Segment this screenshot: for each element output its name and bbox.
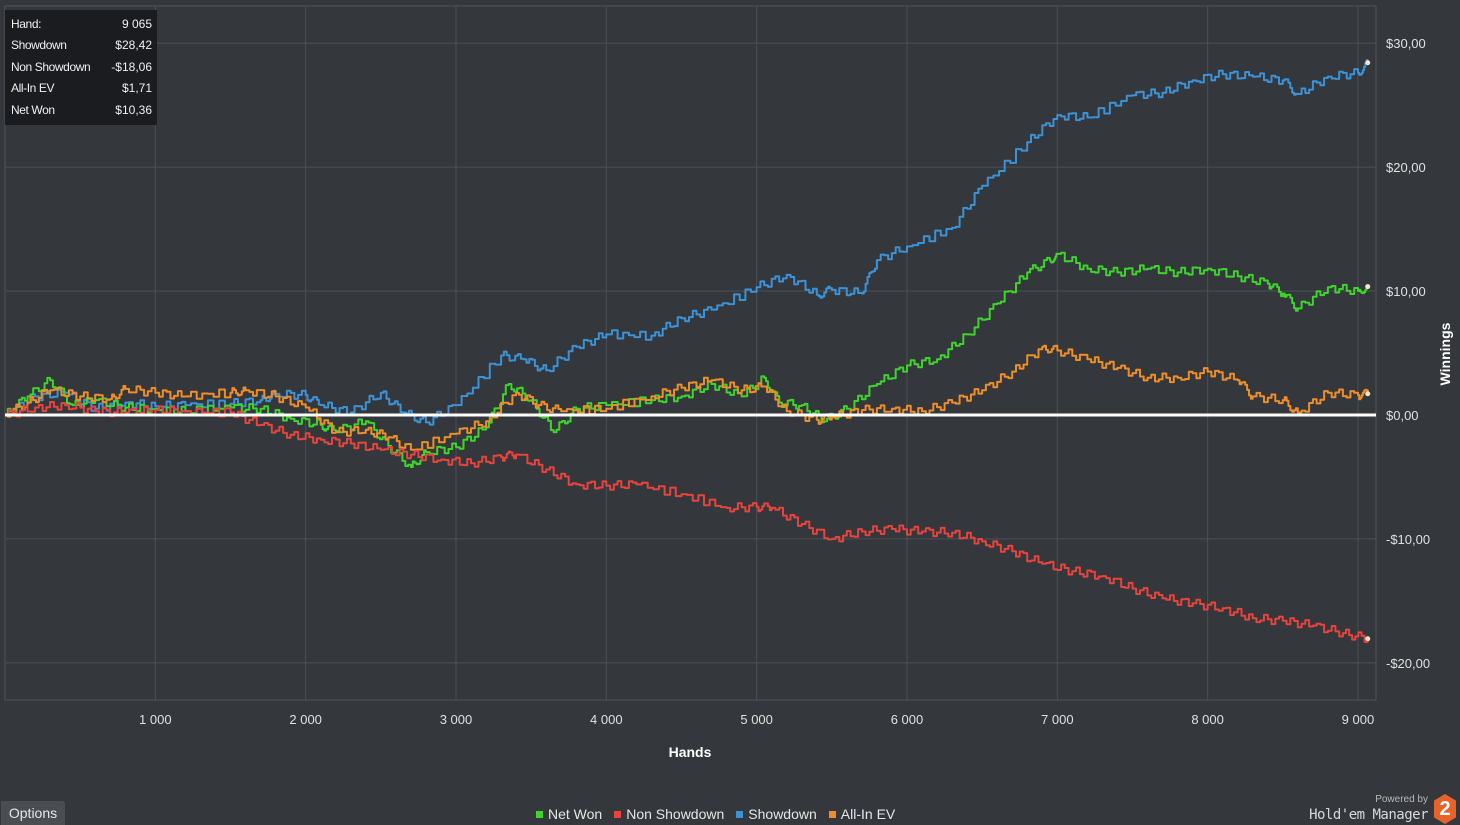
- summary-value: -$18,06: [111, 59, 152, 74]
- x-tick-label: 1 000: [139, 712, 172, 727]
- y-axis-title: Winnings: [1437, 322, 1453, 385]
- series-line: [5, 344, 1369, 451]
- y-tick-label: $30,00: [1386, 36, 1426, 51]
- y-tick-label: -$10,00: [1386, 532, 1430, 547]
- summary-value: $1,71: [121, 81, 152, 96]
- legend-label: Net Won: [548, 806, 603, 822]
- brand-name: Hold'em Manager: [1309, 807, 1428, 823]
- x-tick-label: 7 000: [1041, 712, 1074, 727]
- summary-value: $28,42: [115, 38, 152, 53]
- y-tick-label: $10,00: [1386, 284, 1426, 299]
- x-tick-label: 9 000: [1342, 712, 1375, 727]
- summary-row-allin-ev: All-In EV $1,71: [11, 78, 152, 99]
- legend-swatch: [614, 810, 622, 818]
- summary-label: Non Showdown: [11, 59, 91, 74]
- series-end-marker: [1365, 60, 1371, 66]
- y-tick-label: $20,00: [1386, 160, 1426, 175]
- brand-powered-by: Powered by: [1375, 794, 1428, 805]
- x-tick-label: 2 000: [289, 712, 322, 727]
- summary-row-non-showdown: Non Showdown -$18,06: [11, 57, 152, 78]
- summary-row-hand: Hand: 9 065: [11, 14, 152, 35]
- legend-item-net-won[interactable]: Net Won: [536, 806, 602, 822]
- x-tick-label: 3 000: [440, 712, 473, 727]
- legend-swatch: [736, 810, 744, 818]
- series-end-marker: [1365, 284, 1371, 290]
- x-axis-title: Hands: [669, 744, 712, 760]
- legend-label: Non Showdown: [626, 806, 725, 822]
- summary-value: 9 065: [121, 17, 152, 31]
- series-end-marker: [1365, 391, 1371, 397]
- x-tick-label: 6 000: [891, 712, 924, 727]
- chart-legend: Net Won Non Showdown Showdown All-In EV: [536, 805, 895, 823]
- x-axis-ticks: 1 000 2 000 3 000 4 000 5 000 6 000 7 000 8 000…: [139, 712, 1374, 727]
- series-end-marker: [1365, 636, 1371, 642]
- legend-swatch: [536, 810, 543, 818]
- series-line: [5, 59, 1369, 426]
- summary-row-net-won: Net Won $10,36: [11, 100, 152, 121]
- legend-item-showdown[interactable]: Showdown: [736, 806, 817, 822]
- x-tick-label: 5 000: [740, 712, 773, 727]
- summary-value: $10,36: [115, 102, 152, 117]
- series-line: [5, 401, 1369, 643]
- winnings-chart: $30,00 $20,00 $10,00 $0,00 -$10,00 -$20,00 1 …: [4, 5, 1453, 760]
- legend-label: All-In EV: [840, 806, 896, 822]
- summary-panel: Hand: 9 065 Showdown $28,42 Non Showdown…: [5, 10, 157, 126]
- x-tick-label: 4 000: [590, 712, 623, 727]
- summary-row-showdown: Showdown $28,42: [11, 35, 152, 56]
- brand-logo-area: Powered by Hold'em Manager 2: [1309, 788, 1456, 824]
- y-axis-ticks: $30,00 $20,00 $10,00 $0,00 -$10,00 -$20,00: [1386, 36, 1430, 671]
- legend-swatch: [828, 810, 836, 818]
- y-tick-label: -$20,00: [1386, 656, 1430, 671]
- y-tick-label: $0,00: [1386, 408, 1419, 423]
- legend-item-non-showdown[interactable]: Non Showdown: [614, 806, 724, 822]
- legend-label: Showdown: [748, 806, 817, 822]
- series-line: [5, 251, 1369, 468]
- summary-label: Showdown: [11, 38, 67, 53]
- summary-label: Hand:: [11, 17, 42, 31]
- summary-label: Net Won: [11, 102, 55, 117]
- legend-item-allin-ev[interactable]: All-In EV: [828, 806, 896, 822]
- x-tick-label: 8 000: [1191, 712, 1224, 727]
- brand-text: Powered by Hold'em Manager: [1309, 794, 1428, 824]
- chart-series: [5, 59, 1376, 643]
- options-button[interactable]: Options: [1, 801, 65, 825]
- hem-logo-icon: 2: [1434, 794, 1456, 824]
- summary-label: All-In EV: [11, 81, 55, 96]
